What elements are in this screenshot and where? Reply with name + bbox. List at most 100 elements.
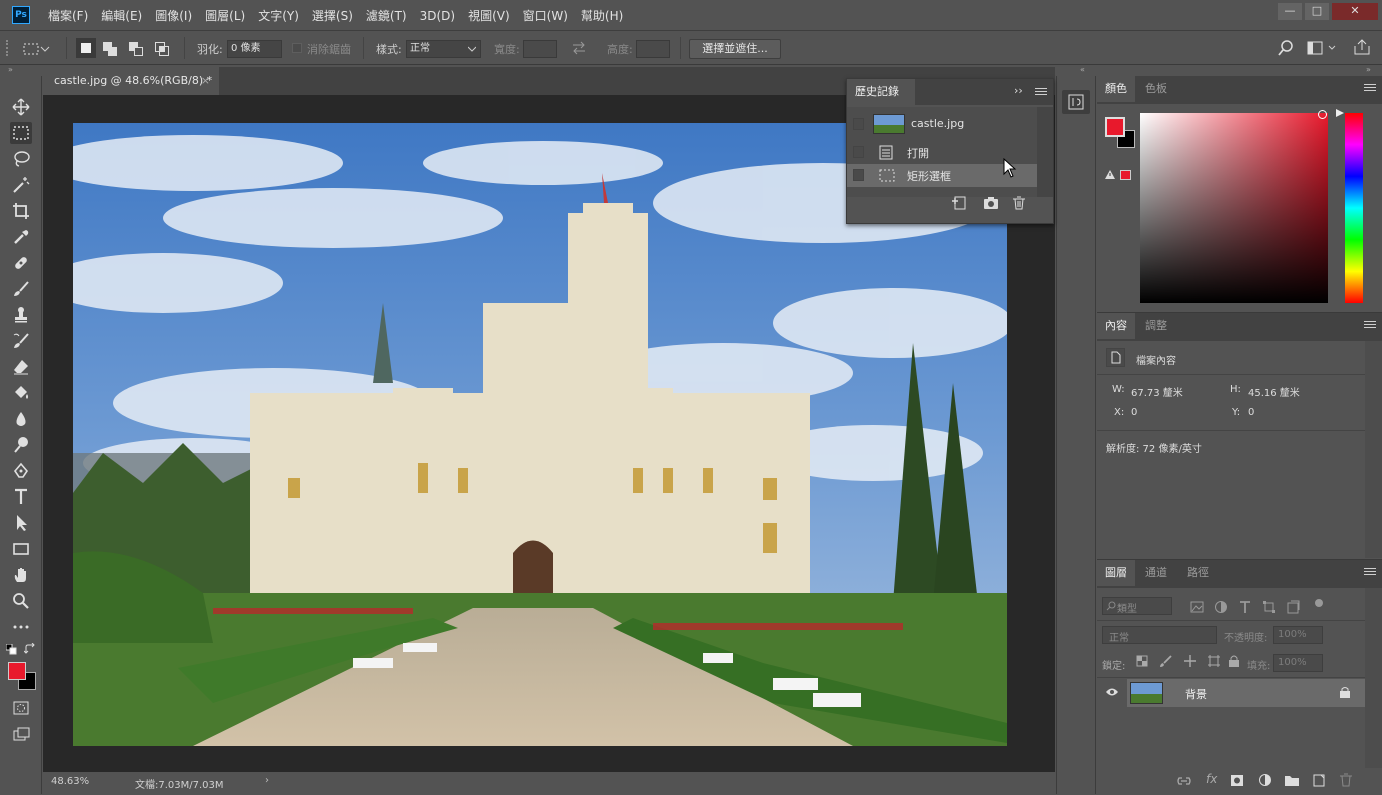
pixel-layer-filter-icon[interactable] [1190,600,1204,614]
lock-all-icon[interactable] [1227,654,1241,668]
subtract-from-selection-icon[interactable] [128,41,144,57]
shape-layer-filter-icon[interactable] [1262,600,1276,614]
tab-channels[interactable]: 通道 [1137,560,1175,586]
lock-image-pixels-icon[interactable] [1159,654,1173,668]
smart-object-filter-icon[interactable] [1286,600,1300,614]
history-panel-button[interactable] [1062,90,1090,114]
fill-input[interactable]: 100% [1273,654,1323,672]
healing-brush-tool[interactable] [10,252,32,274]
screen-mode-icon[interactable] [13,726,31,742]
edit-toolbar-button[interactable] [10,616,32,638]
paint-bucket-tool[interactable] [10,382,32,404]
x-prop-value[interactable]: 0 [1131,407,1137,418]
workspace-switcher-icon[interactable] [1307,41,1337,55]
layer-row-background[interactable]: 背景 [1127,679,1365,707]
history-panel-menu-icon[interactable] [1035,88,1047,98]
hue-slider[interactable] [1345,113,1363,303]
color-panel-menu-icon[interactable] [1364,84,1376,94]
hand-tool[interactable] [10,564,32,586]
link-layers-icon[interactable] [1176,774,1192,788]
opacity-input[interactable]: 100% [1273,626,1323,644]
delete-layer-icon[interactable] [1339,773,1353,787]
intersect-selection-icon[interactable] [154,41,170,57]
fx-icon[interactable]: fx [1206,772,1217,786]
move-tool[interactable] [10,96,32,118]
menu-layer[interactable]: 圖層(L) [205,7,245,24]
menu-window[interactable]: 窗口(W) [523,7,568,24]
new-document-from-state-icon[interactable] [951,196,967,210]
blur-tool[interactable] [10,408,32,430]
lasso-tool[interactable] [10,148,32,170]
menu-image[interactable]: 圖像(I) [155,7,192,24]
add-mask-icon[interactable] [1230,774,1244,787]
select-and-mask-button[interactable]: 選擇並遮住... [689,39,781,59]
history-source-checkbox[interactable] [853,146,864,158]
camera-icon[interactable] [983,196,999,210]
swap-colors-icon[interactable] [24,643,36,655]
blend-mode-select[interactable]: 正常 [1102,626,1217,644]
tool-preset-picker[interactable] [22,38,60,60]
history-brush-tool[interactable] [10,330,32,352]
search-icon[interactable] [1278,40,1294,56]
close-window-button[interactable]: ✕ [1332,3,1378,20]
lock-transparent-pixels-icon[interactable] [1135,654,1149,668]
history-snapshot[interactable]: castle.jpg [847,111,1037,137]
menu-select[interactable]: 選擇(S) [312,7,353,24]
tab-paths[interactable]: 路徑 [1179,560,1217,586]
lock-position-icon[interactable] [1183,654,1197,668]
width-prop-value[interactable]: 67.73 釐米 [1131,384,1183,399]
height-input[interactable] [636,40,670,58]
collapse-panels-icon[interactable]: » [1366,65,1371,74]
add-to-selection-icon[interactable] [102,41,118,57]
menu-3d[interactable]: 3D(D) [420,9,455,23]
tab-color[interactable]: 顏色 [1097,76,1135,102]
height-prop-value[interactable]: 45.16 釐米 [1248,384,1300,399]
rectangular-marquee-tool[interactable] [10,122,32,144]
history-source-checkbox[interactable] [853,118,864,130]
width-input[interactable] [523,40,557,58]
layer-name[interactable]: 背景 [1185,686,1207,702]
crop-tool[interactable] [10,200,32,222]
menu-view[interactable]: 視圖(V) [468,7,510,24]
brush-tool[interactable] [10,278,32,300]
collapse-dock-icon[interactable]: « [1080,65,1085,74]
status-arrow-icon[interactable]: › [265,775,269,786]
tab-properties[interactable]: 內容 [1097,313,1135,339]
new-selection-icon[interactable] [76,38,96,58]
color-picker-field[interactable] [1140,113,1328,303]
tab-layers[interactable]: 圖層 [1097,560,1135,586]
menu-file[interactable]: 檔案(F) [48,7,88,24]
layer-filter-select[interactable]: 類型 [1102,597,1172,615]
trash-icon[interactable] [1012,196,1026,210]
new-layer-icon[interactable] [1312,773,1326,787]
menu-filter[interactable]: 濾鏡(T) [366,7,407,24]
tab-swatches[interactable]: 色板 [1137,76,1175,102]
menu-type[interactable]: 文字(Y) [258,7,299,24]
quick-selection-tool[interactable] [10,174,32,196]
eraser-tool[interactable] [10,356,32,378]
pen-tool[interactable] [10,460,32,482]
color-picker-handle[interactable] [1318,110,1327,119]
tab-adjustments[interactable]: 調整 [1137,313,1175,339]
close-tab-icon[interactable]: × [201,67,210,95]
clone-stamp-tool[interactable] [10,304,32,326]
hue-slider-handle[interactable] [1335,108,1345,118]
type-tool[interactable] [10,486,32,508]
adjustment-layer-icon[interactable] [1258,773,1272,787]
menu-edit[interactable]: 編輯(E) [101,7,142,24]
quick-mask-icon[interactable] [13,700,29,716]
color-panel-foreground-swatch[interactable] [1105,117,1125,137]
document-tab[interactable]: castle.jpg @ 48.6%(RGB/8) * × [43,67,219,95]
y-prop-value[interactable]: 0 [1248,407,1254,418]
menu-help[interactable]: 幫助(H) [581,7,623,24]
filter-toggle[interactable] [1315,599,1323,607]
zoom-level[interactable]: 48.63% [51,776,89,787]
adjustment-layer-filter-icon[interactable] [1214,600,1228,614]
history-scrollbar[interactable] [1037,107,1053,197]
expand-toolbar-icon[interactable]: » [8,65,13,74]
foreground-color-swatch[interactable] [8,662,26,680]
properties-scrollbar[interactable] [1365,341,1382,558]
history-source-checkbox[interactable] [853,169,864,181]
eyedropper-tool[interactable] [10,226,32,248]
dodge-tool[interactable] [10,434,32,456]
